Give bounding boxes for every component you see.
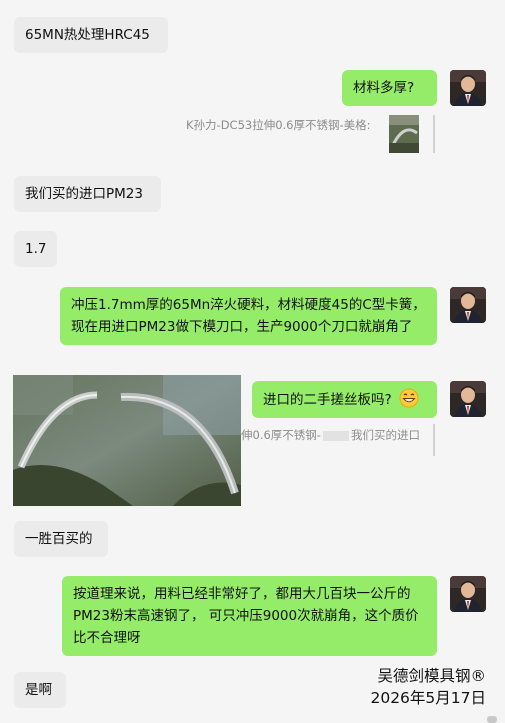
- quoted-message-text[interactable]: 伸0.6厚不锈钢- 我们买的进口: [241, 427, 420, 443]
- quote-divider: [433, 115, 435, 153]
- quoted-message-text[interactable]: K孙力-DC53拉伸0.6厚不锈钢-美格:: [186, 117, 371, 133]
- message-bubble-outgoing[interactable]: 按道理来说，用料已经非常好了，都用大几百块一公斤的PM23粉末高速钢了， 可只冲…: [62, 576, 437, 656]
- user-avatar-icon[interactable]: [450, 287, 486, 323]
- watermark-brand: 吴德剑模具钢®: [377, 667, 486, 685]
- message-bubble-outgoing[interactable]: 材料多厚?: [342, 70, 437, 106]
- watermark-date: 2026年5月17日: [370, 689, 486, 707]
- grinning-face-icon: [399, 388, 419, 408]
- message-bubble-incoming[interactable]: 65MN热处理HRC45: [14, 17, 168, 53]
- quoted-image-thumbnail[interactable]: [389, 115, 419, 153]
- scrollbar-thumb[interactable]: [487, 716, 497, 723]
- user-avatar-icon[interactable]: [450, 70, 486, 106]
- message-bubble-incoming[interactable]: 是啊: [14, 672, 66, 708]
- user-avatar-icon[interactable]: [450, 381, 486, 417]
- user-avatar-icon[interactable]: [450, 576, 486, 612]
- message-text: 进口的二手搓丝板吗?: [263, 392, 392, 408]
- message-bubble-incoming[interactable]: 我们买的进口PM23: [14, 176, 161, 212]
- message-bubble-outgoing[interactable]: 进口的二手搓丝板吗?: [252, 381, 437, 418]
- message-image-c-clip[interactable]: [13, 375, 241, 506]
- message-bubble-incoming[interactable]: 一胜百买的: [14, 521, 108, 557]
- message-bubble-outgoing[interactable]: 冲压1.7mm厚的65Mn淬火硬料，材料硬度45的C型卡簧，现在用进口PM23做…: [60, 287, 437, 345]
- quote-text-part: 伸0.6厚不锈钢-: [241, 428, 321, 442]
- quote-divider: [433, 424, 435, 456]
- message-bubble-incoming[interactable]: 1.7: [14, 231, 57, 267]
- redacted-name-mask: [322, 430, 349, 441]
- quote-text-part: 我们买的进口: [350, 428, 420, 442]
